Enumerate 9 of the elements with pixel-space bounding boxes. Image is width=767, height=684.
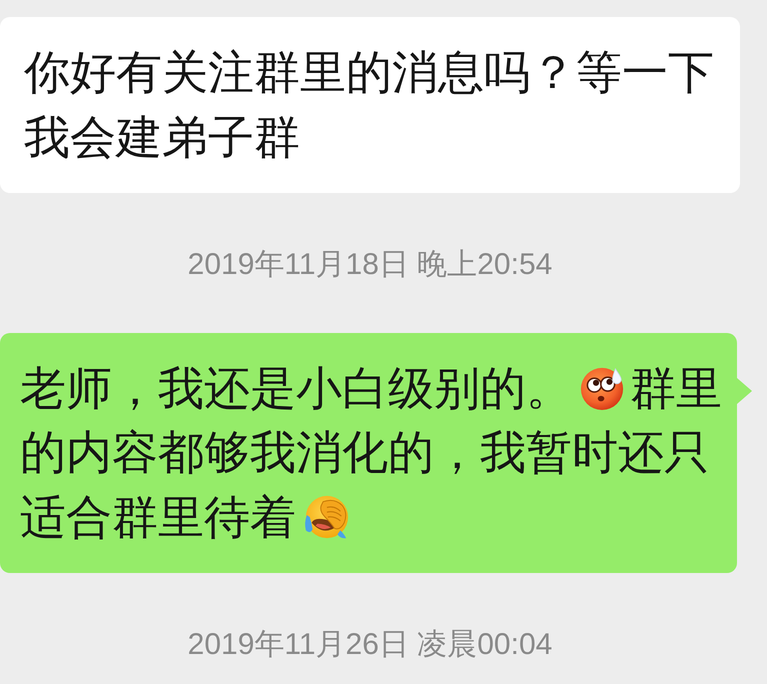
- message-text: 你好有关注群里的消息吗？等一下我会建弟子群: [24, 45, 715, 165]
- message-text: 适合群里待着: [20, 490, 296, 545]
- message-timestamp: 2019年11月26日 凌晨00:04: [188, 626, 552, 662]
- flushed-face-emoji-icon: [578, 365, 626, 412]
- message-text: 的内容都够我消化的，我暂时还只: [20, 425, 710, 480]
- message-timestamp: 2019年11月18日 晚上20:54: [188, 247, 552, 283]
- message-text: 群里: [630, 360, 722, 416]
- laughing-facepalm-emoji-icon: [302, 494, 350, 540]
- message-text: 老师，我还是小白级别的。: [20, 360, 572, 416]
